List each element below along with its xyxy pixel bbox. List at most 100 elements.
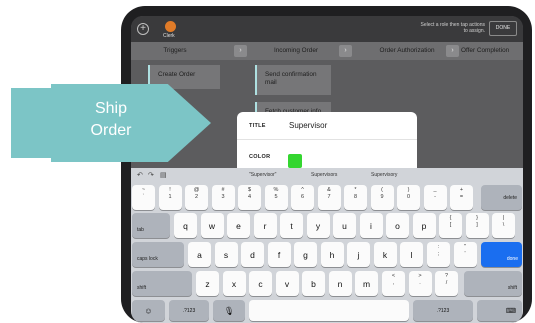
card-send-confirmation[interactable]: Send confirmation mail (255, 65, 331, 95)
numbers-key-left[interactable]: .?123 (169, 300, 209, 321)
key-z[interactable]: z (196, 271, 219, 296)
column-triggers[interactable]: Triggers (131, 42, 219, 60)
key-letter: z (205, 278, 210, 289)
key-letter: h (329, 249, 335, 260)
tab-key[interactable]: tab (132, 213, 170, 238)
undo-icon[interactable]: ↶ (137, 171, 143, 179)
numbers-key-label: .?123 (436, 307, 450, 314)
suggestion-3[interactable]: Supervisory (371, 172, 397, 178)
ship-order-line2: Order (90, 122, 132, 139)
key-symbols: ! 1 (168, 187, 172, 200)
key-symbols: $4 (247, 187, 252, 200)
key-letter: f (277, 249, 281, 260)
key-symbols: {[ (449, 215, 452, 228)
key-punct2-1[interactable]: >. (408, 271, 432, 296)
done-key[interactable]: done (481, 242, 522, 267)
key-bracket-1[interactable]: }] (465, 213, 489, 238)
key-m[interactable]: m (355, 271, 378, 296)
key-punct2-2[interactable]: ? / (435, 271, 458, 296)
key-6[interactable]: % 5 (264, 185, 288, 210)
suggestion-1[interactable]: "Supervisor" (249, 172, 276, 178)
key-s[interactable]: s (214, 242, 238, 267)
column-order-authorization[interactable]: Order Authorization (357, 42, 457, 60)
key-t[interactable]: t (280, 213, 303, 238)
key-11[interactable]: ) 0 (397, 185, 420, 210)
emoji-key[interactable]: ☺ (132, 300, 165, 321)
key-letter: i (370, 220, 372, 231)
title-label: TITLE (249, 123, 266, 129)
shift-key-right[interactable]: shift (464, 271, 522, 296)
key-3[interactable]: @2 (185, 185, 208, 210)
space-key[interactable] (249, 300, 409, 321)
key-letter: p (421, 220, 427, 231)
column-incoming-order[interactable]: Incoming Order (251, 42, 341, 60)
key-b[interactable]: b (302, 271, 325, 296)
key-bracket-2[interactable]: | \ (492, 213, 515, 238)
suggestion-2[interactable]: Supervisors (311, 172, 337, 178)
key-u[interactable]: u (333, 213, 356, 238)
hide-keyboard-key[interactable]: ⌨ (477, 300, 522, 321)
key-w[interactable]: w (200, 213, 224, 238)
redo-icon[interactable]: ↷ (148, 171, 154, 179)
key-5[interactable]: $4 (238, 185, 261, 210)
dictation-key[interactable]: 🎙 (213, 300, 245, 321)
key-8[interactable]: & 7 (317, 185, 341, 210)
key-10[interactable]: (9 (370, 185, 394, 210)
key-j[interactable]: j (347, 242, 370, 267)
key-1[interactable]: ~ ` (132, 185, 155, 210)
key-letter: l (410, 249, 413, 260)
key-symbols: :; (437, 244, 440, 257)
shift-key-left[interactable]: shift (132, 271, 192, 296)
key-y[interactable]: y (306, 213, 330, 238)
key-g[interactable]: g (294, 242, 317, 267)
color-swatch[interactable] (288, 154, 302, 168)
title-input[interactable]: Supervisor (289, 121, 327, 130)
key-symbols: _ - (433, 187, 437, 200)
key-l[interactable]: l (400, 242, 423, 267)
key-c[interactable]: c (249, 271, 272, 296)
key-letter: n (337, 278, 343, 289)
key-9[interactable]: * 8 (344, 185, 367, 210)
key-letter: g (303, 249, 308, 260)
column-offer-completion[interactable]: Offer Completion (461, 42, 523, 60)
done-button-top[interactable]: DONE (489, 21, 517, 36)
key-12[interactable]: _ - (423, 185, 447, 210)
delete-key-label: delete (503, 195, 517, 201)
caps-lock-key[interactable]: caps lock (132, 242, 184, 267)
key-h[interactable]: h (320, 242, 344, 267)
role-avatar[interactable] (165, 21, 176, 32)
chevron-right-icon: › (446, 45, 459, 57)
key-4[interactable]: #3 (211, 185, 235, 210)
key-punct-0[interactable]: :; (427, 242, 450, 267)
key-letter: c (258, 278, 263, 289)
key-p[interactable]: p (412, 213, 436, 238)
key-f[interactable]: f (267, 242, 291, 267)
delete-key[interactable]: delete (481, 185, 522, 210)
key-punct2-0[interactable]: <, (382, 271, 405, 296)
numbers-key-right[interactable]: .?123 (413, 300, 473, 321)
key-o[interactable]: o (386, 213, 409, 238)
key-letter: t (290, 220, 293, 231)
key-symbols: @2 (193, 187, 200, 200)
key-13[interactable]: + = (450, 185, 473, 210)
key-bracket-0[interactable]: {[ (439, 213, 462, 238)
key-2[interactable]: ! 1 (158, 185, 182, 210)
key-letter: s (223, 249, 229, 260)
tablet-screen: + Clerk Select a role then tap actions t… (131, 16, 523, 323)
key-punct-1[interactable]: " ' (453, 242, 477, 267)
key-e[interactable]: e (227, 213, 250, 238)
paste-icon[interactable]: ▤ (160, 171, 167, 179)
key-7[interactable]: ^ 6 (291, 185, 314, 210)
key-q[interactable]: q (174, 213, 197, 238)
key-d[interactable]: d (241, 242, 264, 267)
key-v[interactable]: v (275, 271, 299, 296)
plus-circle-icon[interactable]: + (137, 23, 149, 35)
key-k[interactable]: k (373, 242, 397, 267)
key-a[interactable]: a (188, 242, 211, 267)
key-x[interactable]: x (222, 271, 246, 296)
key-symbols: >. (418, 273, 422, 286)
key-letter: u (342, 220, 347, 231)
key-n[interactable]: n (328, 271, 352, 296)
key-i[interactable]: i (359, 213, 383, 238)
key-r[interactable]: r (253, 213, 277, 238)
